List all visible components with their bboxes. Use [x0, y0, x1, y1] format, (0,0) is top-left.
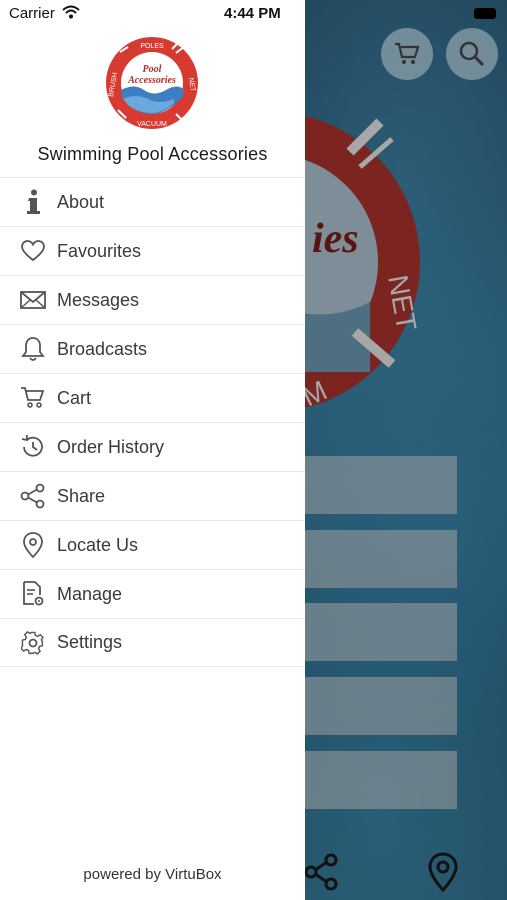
- info-icon: [20, 189, 46, 215]
- menu-item-label: Broadcasts: [57, 338, 148, 359]
- menu-item-label: Manage: [57, 583, 123, 604]
- menu-item-label: Favourites: [57, 240, 142, 261]
- bg-tile[interactable]: [305, 456, 457, 514]
- menu-item-manage[interactable]: Manage: [0, 569, 305, 618]
- menu-item-cart[interactable]: Cart: [0, 373, 305, 422]
- menu-item-label: Messages: [57, 289, 140, 310]
- menu-item-about[interactable]: About: [0, 177, 305, 226]
- menu-item-label: Order History: [57, 436, 165, 457]
- menu-item-settings[interactable]: Settings: [0, 618, 305, 667]
- manage-icon: [20, 581, 46, 607]
- gear-icon: [20, 630, 46, 656]
- bg-tile[interactable]: [305, 677, 457, 735]
- logo-text-pool: Pool: [143, 64, 162, 75]
- menu-item-messages[interactable]: Messages: [0, 275, 305, 324]
- location-pin-icon[interactable]: [428, 852, 458, 892]
- cart-icon: [20, 385, 46, 411]
- cart-icon: [395, 42, 420, 64]
- menu-item-share[interactable]: Share: [0, 471, 305, 520]
- wifi-icon: [62, 5, 80, 19]
- logo-text-poles: POLES: [140, 43, 164, 50]
- carrier-label: Carrier: [9, 5, 55, 22]
- status-bar: Carrier 4:44 PM: [0, 0, 507, 28]
- bg-tile[interactable]: [305, 530, 457, 588]
- menu-item-broadcasts[interactable]: Broadcasts: [0, 324, 305, 373]
- drawer-menu: About Favourites Messages Broadcasts Car…: [0, 177, 305, 667]
- battery-icon: [474, 8, 496, 19]
- search-icon: [459, 41, 485, 67]
- app-logo: POLES NET VACUUM BRUSH Pool Accessories: [106, 37, 198, 129]
- bg-logo-script: ies: [312, 216, 359, 262]
- bg-cart-button[interactable]: [381, 28, 433, 80]
- history-icon: [20, 434, 46, 460]
- powered-by-footer: powered by VirtuBox: [83, 866, 222, 883]
- bg-tile[interactable]: [305, 751, 457, 809]
- menu-item-label: Cart: [57, 387, 92, 408]
- logo-text-vacuum: VACUUM: [137, 121, 167, 128]
- menu-item-favourites[interactable]: Favourites: [0, 226, 305, 275]
- envelope-icon: [20, 287, 46, 313]
- side-drawer: POLES NET VACUUM BRUSH Pool Accessories …: [0, 0, 305, 900]
- bg-tile[interactable]: [305, 603, 457, 661]
- bg-bottom-bar: [303, 826, 507, 900]
- menu-item-label: Share: [57, 485, 106, 506]
- menu-item-label: Settings: [57, 632, 123, 652]
- menu-item-label: About: [57, 191, 105, 212]
- share-icon: [20, 483, 46, 509]
- bg-search-button[interactable]: [446, 28, 498, 80]
- logo-text-accessories: Accessories: [127, 75, 176, 86]
- menu-item-order-history[interactable]: Order History: [0, 422, 305, 471]
- status-time: 4:44 PM: [224, 5, 281, 22]
- bell-icon: [20, 336, 46, 362]
- app-name: Swimming Pool Accessories: [37, 144, 268, 164]
- menu-item-locate-us[interactable]: Locate Us: [0, 520, 305, 569]
- heart-icon: [20, 238, 46, 264]
- menu-item-label: Locate Us: [57, 534, 139, 555]
- location-pin-icon: [20, 532, 46, 558]
- share-icon[interactable]: [303, 852, 343, 892]
